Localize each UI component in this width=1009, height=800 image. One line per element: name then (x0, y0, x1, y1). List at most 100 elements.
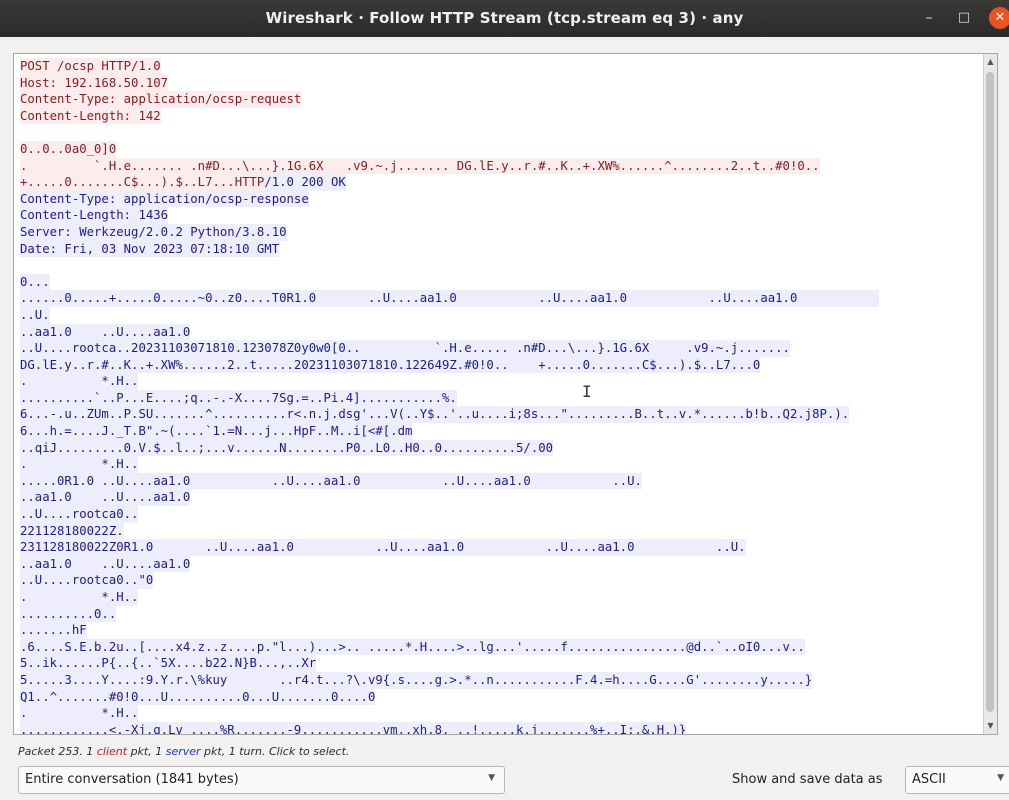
scrollbar-thumb[interactable] (986, 72, 994, 712)
stream-line[interactable]: ..........0.. (20, 605, 983, 623)
conversation-select-value: Entire conversation (1841 bytes) (25, 772, 239, 787)
server-text: . *.H.. (20, 456, 139, 473)
server-text: ..U....rootca..20231103071810.123078Z0y0… (20, 340, 790, 357)
stream-line[interactable]: Server: Werkzeug/2.0.2 Python/3.8.10 (20, 223, 983, 241)
server-text: ..........`..P...E....;q..-.-X....7Sg.=.… (20, 389, 457, 407)
title-bar: Wireshark · Follow HTTP Stream (tcp.stre… (0, 0, 1009, 37)
stream-line[interactable]: Date: Fri, 03 Nov 2023 07:18:10 GMT (20, 240, 983, 258)
server-text: ..aa1.0 ..U....aa1.0 (20, 489, 191, 507)
stream-line[interactable]: 5..ik......P{..{..`5X....b22.N}B...,..Xr (20, 655, 983, 672)
server-text: ......0.....+.....0.....~0..z0....T0R1.0… (20, 290, 879, 307)
scroll-down-arrow-icon[interactable]: ▼ (985, 720, 996, 732)
stream-line[interactable]: . `.H.e....... .n#D...\...}.1G.6X .v9.~.… (20, 157, 983, 175)
stream-line[interactable]: .......hF (20, 622, 983, 639)
stream-line[interactable]: ..U. (20, 306, 983, 324)
stream-line[interactable]: ..qiJ.........0.V.$..l..;...v......N....… (20, 439, 983, 457)
stream-line[interactable]: . *.H.. (20, 705, 983, 722)
data-format-value: ASCII (912, 772, 946, 787)
server-text: ............<.-Xj.q.Lv ....%R.......-9..… (20, 721, 687, 734)
text-cursor-icon: I (582, 382, 592, 401)
server-text: .......hF (20, 622, 87, 639)
server-text: Content-Type: application/ocsp-response (20, 190, 309, 208)
scroll-up-arrow-icon[interactable]: ▲ (985, 56, 996, 68)
stream-line[interactable]: 231128180022Z0R1.0 ..U....aa1.0 ..U....a… (20, 539, 983, 556)
server-text: ..U. (20, 306, 50, 324)
stream-line[interactable]: . *.H.. (20, 589, 983, 606)
stream-line[interactable]: .6....S.E.b.2u..[....x4.z..z....p."l...)… (20, 638, 983, 656)
server-text: . *.H.. (20, 589, 139, 606)
stream-line[interactable]: POST /ocsp HTTP/1.0 (20, 58, 983, 75)
server-text: ..........0.. (20, 605, 117, 623)
stream-view[interactable]: POST /ocsp HTTP/1.0 Host: 192.168.50.107 C… (13, 53, 998, 735)
stream-line[interactable]: 221128180022Z. (20, 522, 983, 540)
status-prefix: Packet 253. 1 (18, 745, 97, 758)
server-text: Q1..^.......#0!0...U..........0...U.....… (20, 688, 376, 706)
stream-line[interactable]: .....0R1.0 ..U....aa1.0 ..U....aa1.0 ..U… (20, 472, 983, 490)
stream-line[interactable]: ..U....rootca0.. (20, 506, 983, 523)
stream-line[interactable]: ..........`..P...E....;q..-.-X....7Sg.=.… (20, 389, 983, 407)
stream-line[interactable]: ..aa1.0 ..U....aa1.0 (20, 323, 983, 341)
client-text: Host: 192.168.50.107 (20, 74, 169, 92)
server-text: 0... (20, 273, 50, 291)
stream-line[interactable]: 0... (20, 273, 983, 291)
server-text: 6...-.u..ZUm..P.SU.......^..........r<.n… (20, 406, 850, 424)
server-text: ..qiJ.........0.V.$..l..;...v......N....… (20, 439, 554, 457)
close-icon[interactable]: ✕ (989, 7, 1009, 29)
client-text: Content-Length: 142 (20, 107, 161, 125)
stream-line[interactable] (20, 124, 983, 141)
stream-line[interactable]: 0..0..0a0_0]0 (20, 140, 983, 158)
server-text: 221128180022Z. (20, 522, 124, 540)
minimize-icon[interactable]: – (919, 8, 939, 28)
stream-line[interactable]: ......0.....+.....0.....~0..z0....T0R1.0… (20, 290, 983, 307)
client-text: . `.H.e....... .n#D...\...}.1G.6X .v9.~.… (20, 157, 820, 175)
server-text: DG.lE.y..r.#..K..+.XW%......2..t.....202… (20, 356, 761, 374)
data-format-select[interactable]: ASCII ▼ (905, 766, 1009, 794)
server-text: .6....S.E.b.2u..[....x4.z..z....p."l...)… (20, 638, 805, 656)
server-text: Content-Length: 1436 (20, 207, 169, 224)
stream-line[interactable]: 6...-.u..ZUm..P.SU.......^..........r<.n… (20, 406, 983, 424)
stream-line[interactable]: ..aa1.0 ..U....aa1.0 (20, 555, 983, 573)
stream-line[interactable]: 5.....3....Y....:9.Y.r.\%kuy ..r4.t...?\… (20, 671, 983, 689)
stream-line[interactable]: ..aa1.0 ..U....aa1.0 (20, 489, 983, 507)
stream-line[interactable]: ............<.-Xj.q.Lv ....%R.......-9..… (20, 721, 983, 734)
server-text: . *.H.. (20, 373, 139, 390)
show-data-as-label: Show and save data as (732, 772, 883, 787)
stream-line[interactable]: +.....0.......C$...).$..L7...HTTP/1.0 20… (20, 174, 983, 191)
dialog-body: POST /ocsp HTTP/1.0 Host: 192.168.50.107 C… (0, 37, 1009, 800)
stream-line[interactable]: Host: 192.168.50.107 (20, 74, 983, 92)
server-text: 5..ik......P{..{..`5X....b22.N}B...,..Xr (20, 655, 317, 672)
stream-line[interactable]: DG.lE.y..r.#..K..+.XW%......2..t.....202… (20, 356, 983, 374)
status-suffix: pkt, 1 turn. Click to select. (200, 745, 350, 758)
vertical-scrollbar[interactable]: ▲ ▼ (983, 54, 997, 734)
stream-line[interactable]: . *.H.. (20, 456, 983, 473)
maximize-icon[interactable]: □ (954, 8, 974, 28)
status-server-label: server (165, 745, 201, 758)
stream-line[interactable] (20, 257, 983, 274)
stream-line[interactable]: Content-Type: application/ocsp-request (20, 91, 983, 108)
server-text: ..U....rootca0.. (20, 506, 139, 523)
stream-line[interactable]: ..U....rootca0.."0 (20, 572, 983, 589)
status-line[interactable]: Packet 253. 1 client pkt, 1 server pkt, … (18, 745, 349, 758)
stream-line[interactable]: . *.H.. (20, 373, 983, 390)
stream-text[interactable]: POST /ocsp HTTP/1.0 Host: 192.168.50.107 C… (20, 58, 983, 734)
client-text: +.....0.......C$...).$..L7...HTTP (20, 174, 265, 191)
server-text: /1.0 200 OK (264, 174, 346, 191)
stream-line[interactable]: Content-Type: application/ocsp-response (20, 190, 983, 208)
stream-line[interactable]: Q1..^.......#0!0...U..........0...U.....… (20, 688, 983, 706)
server-text: 231128180022Z0R1.0 ..U....aa1.0 ..U....a… (20, 539, 746, 556)
server-text: Server: Werkzeug/2.0.2 Python/3.8.10 (20, 223, 287, 241)
server-text: ..aa1.0 ..U....aa1.0 (20, 555, 191, 573)
window-title: Wireshark · Follow HTTP Stream (tcp.stre… (265, 9, 744, 27)
conversation-select[interactable]: Entire conversation (1841 bytes) ▼ (18, 766, 505, 794)
status-client-label: client (96, 745, 128, 758)
server-text: ..aa1.0 ..U....aa1.0 (20, 323, 191, 341)
server-text: . *.H.. (20, 705, 139, 722)
client-text: 0..0..0a0_0]0 (20, 140, 117, 158)
chevron-down-icon: ▼ (997, 773, 1004, 783)
stream-line[interactable]: Content-Length: 1436 (20, 207, 983, 224)
server-text: 6...h.=....J._T.B".~(....`1.=N...j...HpF… (20, 423, 413, 440)
server-text: Date: Fri, 03 Nov 2023 07:18:10 GMT (20, 240, 280, 258)
stream-line[interactable]: 6...h.=....J._T.B".~(....`1.=N...j...HpF… (20, 423, 983, 440)
stream-line[interactable]: Content-Length: 142 (20, 107, 983, 125)
stream-line[interactable]: ..U....rootca..20231103071810.123078Z0y0… (20, 340, 983, 357)
